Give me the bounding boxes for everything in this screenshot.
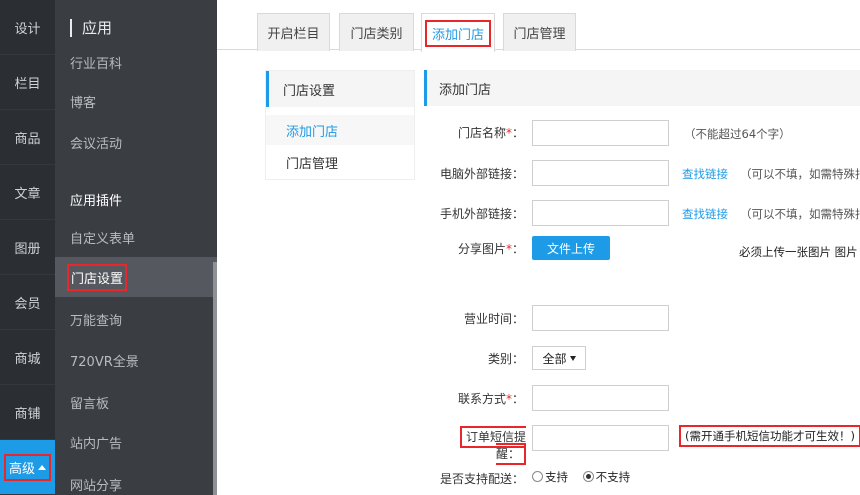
submenu-item-label: 万能查询 <box>70 313 123 329</box>
sms-reminder-hint: (需开通手机短信功能才可生效！) <box>679 425 860 447</box>
store-name-hint: （不能超过64个字） <box>684 127 791 141</box>
mobile-link-hint: （可以不填，如需特殊指 <box>740 207 860 221</box>
tab-bar: 开启栏目 门店类别 添加门店 门店管理 <box>217 0 860 52</box>
main-nav: 设计 栏目 商品 文章 图册 会员 商城 商铺 高级 <box>0 0 55 495</box>
nav-item-label: 商城 <box>14 351 41 367</box>
delivery-options: 支持 不支持 <box>532 469 630 485</box>
nav-item-album[interactable]: 图册 <box>0 220 55 275</box>
tab-label: 添加门店 <box>424 19 491 47</box>
contact-input[interactable] <box>532 385 669 411</box>
nav-item-design[interactable]: 设计 <box>0 0 55 55</box>
pc-find-link[interactable]: 查找链接 <box>682 166 728 182</box>
submenu-item-label: 自定义表单 <box>70 231 136 247</box>
tab-label: 门店管理 <box>513 27 566 42</box>
caret-up-icon <box>38 464 46 470</box>
nav-item-label: 商铺 <box>14 406 41 422</box>
submenu-item-share[interactable]: 网站分享 <box>55 464 217 495</box>
submenu-item-vr[interactable]: 720VR全景 <box>55 340 217 380</box>
delivery-no-option[interactable]: 不支持 <box>582 470 630 484</box>
mobile-find-link[interactable]: 查找链接 <box>682 206 728 222</box>
nav-item-label: 栏目 <box>14 76 41 92</box>
nav-item-goods[interactable]: 商品 <box>0 110 55 165</box>
sms-reminder-input[interactable] <box>532 425 669 451</box>
contact-label: 联系方式*： <box>457 392 524 406</box>
nav-item-label: 文章 <box>14 186 41 202</box>
tab-store-category[interactable]: 门店类别 <box>339 13 414 51</box>
side-item-add-store[interactable]: 添加门店 <box>266 115 414 145</box>
share-image-hint: 必须上传一张图片 图片 <box>739 245 858 259</box>
submenu-title: 应用 <box>82 19 113 37</box>
submenu-item-label: 门店设置 <box>67 263 128 291</box>
tab-label: 开启栏目 <box>267 27 320 42</box>
submenu-item-label: 留言板 <box>70 396 110 412</box>
form-title: 添加门店 <box>424 70 860 106</box>
radio-icon <box>532 471 543 482</box>
tab-add-store[interactable]: 添加门店 <box>421 13 495 52</box>
business-hours-input[interactable] <box>532 305 669 331</box>
submenu-item-label: 720VR全景 <box>70 354 139 370</box>
nav-item-member[interactable]: 会员 <box>0 275 55 330</box>
store-side-panel: 门店设置 添加门店 门店管理 <box>265 70 415 180</box>
store-name-label: 门店名称*： <box>457 126 524 140</box>
store-name-input[interactable] <box>532 120 669 146</box>
header-bar-icon <box>70 18 72 37</box>
sms-reminder-label: 订单短信提醒： <box>432 426 526 465</box>
nav-item-mall[interactable]: 商城 <box>0 330 55 385</box>
delivery-label: 是否支持配送： <box>439 472 524 486</box>
side-panel-title: 门店设置 <box>266 71 414 107</box>
nav-item-label: 商品 <box>14 131 41 147</box>
pc-link-label: 电脑外部链接： <box>439 167 524 181</box>
submenu-header: 应用 <box>55 0 217 55</box>
tab-store-manage[interactable]: 门店管理 <box>503 13 576 51</box>
nav-item-advanced-highlight: 高级 <box>3 453 51 481</box>
nav-item-advanced[interactable]: 高级 <box>0 440 55 495</box>
mobile-link-label: 手机外部链接： <box>439 207 524 221</box>
submenu-group-label: 应用插件 <box>70 193 123 209</box>
pc-link-hint: （可以不填，如需特殊指 <box>740 167 860 181</box>
nav-item-column[interactable]: 栏目 <box>0 55 55 110</box>
side-item-store-manage[interactable]: 门店管理 <box>266 147 414 177</box>
category-select[interactable]: 全部 <box>532 346 586 370</box>
submenu-item-label: 会议活动 <box>70 136 123 152</box>
tab-label: 门店类别 <box>350 27 403 42</box>
submenu-item-label: 站内广告 <box>70 436 123 452</box>
caret-down-icon <box>569 355 576 361</box>
submenu-item-label: 行业百科 <box>70 56 123 72</box>
category-label: 类别： <box>487 352 524 366</box>
delivery-yes-option[interactable]: 支持 <box>532 470 568 484</box>
business-hours-label: 营业时间： <box>463 312 524 326</box>
submenu-item-label: 博客 <box>70 95 97 111</box>
submenu-item-blog[interactable]: 博客 <box>55 81 217 121</box>
nav-item-label: 图册 <box>14 241 41 257</box>
nav-item-shop[interactable]: 商铺 <box>0 385 55 440</box>
nav-item-label: 设计 <box>14 21 41 37</box>
radio-checked-icon <box>582 471 594 482</box>
share-image-label: 分享图片*： <box>457 242 524 256</box>
nav-item-article[interactable]: 文章 <box>0 165 55 220</box>
main-content: 开启栏目 门店类别 添加门店 门店管理 门店设置 添加门店 门店管理 添加门店 … <box>217 0 860 495</box>
submenu-item-label: 网站分享 <box>70 478 123 494</box>
submenu-item-custom-form[interactable]: 自定义表单 <box>55 217 217 257</box>
app-submenu: 行业百科 应用 博客 会议活动 应用插件 自定义表单 门店设置 万能查询 720… <box>55 0 217 495</box>
pc-link-input[interactable] <box>532 160 669 186</box>
submenu-item-site-ads[interactable]: 站内广告 <box>55 422 217 462</box>
nav-item-label: 高级 <box>8 461 35 477</box>
category-selected-value: 全部 <box>542 351 567 366</box>
submenu-group-plugins: 应用插件 <box>55 179 217 219</box>
submenu-item-meeting[interactable]: 会议活动 <box>55 122 217 162</box>
submenu-item-store-settings[interactable]: 门店设置 <box>55 257 217 297</box>
tab-enable-column[interactable]: 开启栏目 <box>257 13 330 51</box>
nav-item-label: 会员 <box>14 296 41 312</box>
submenu-item-universal-query[interactable]: 万能查询 <box>55 299 217 339</box>
submenu-item-guestbook[interactable]: 留言板 <box>55 382 217 422</box>
upload-file-button[interactable]: 文件上传 <box>532 236 610 260</box>
mobile-link-input[interactable] <box>532 200 669 226</box>
